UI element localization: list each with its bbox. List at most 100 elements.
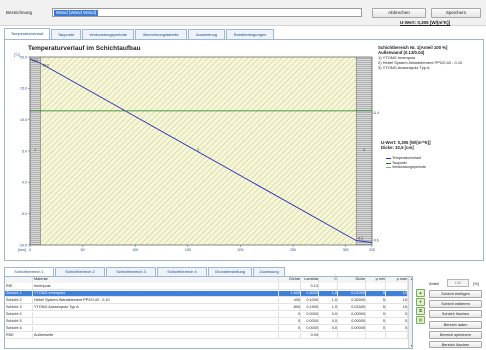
y-tick-label: 0.0 — [22, 181, 27, 185]
info-layer-3: 3) YTONG Aussenputz Typ A — [378, 65, 430, 70]
table-row[interactable]: Schicht 4 0 0,0000 0,0 0,00000 0 0 — [5, 312, 408, 318]
table-cell: 1,0 — [319, 298, 338, 304]
tab-schichtbereich-1[interactable]: Schichtbereich 1 — [4, 267, 54, 276]
table-cell — [386, 333, 408, 339]
table-header-cell: Dichte — [279, 277, 301, 283]
move-up-icon[interactable]: ▲ — [416, 289, 425, 297]
table-cell: 1.600 — [279, 291, 301, 297]
table-cell — [338, 333, 366, 339]
save-area-button[interactable]: Bereich speichern — [429, 331, 482, 339]
table-scrollbar[interactable]: ▲ ▼ — [408, 277, 412, 348]
table-cell — [319, 284, 338, 290]
table-row[interactable]: Schicht 2 Hebel System-Wandelement PP2/0,… — [5, 298, 408, 304]
anteil-label: Anteil — [429, 281, 440, 286]
info-uwert: U-Wert: 0,305 [W/(m²*K)] Dicke: 32,5 [cm… — [381, 140, 431, 150]
table-cell: 0,3000 — [301, 291, 319, 297]
x-tick-label: 325 — [369, 248, 375, 252]
tab-schichtbereich-4[interactable]: Schichtbereich 4 — [157, 267, 207, 276]
tab-schichtbereich-2[interactable]: Schichtbereich 2 — [55, 267, 105, 276]
table-cell: 0,0000 — [301, 312, 319, 318]
table-header-cell: Lambda — [301, 277, 319, 283]
table-cell: Hebel System-Wandelement PP2/0,40 - 0.10 — [33, 298, 279, 304]
table-cell: 0,00000 — [338, 319, 366, 325]
table-cell: 0 — [386, 326, 408, 332]
y-tick-label: 10.0 — [20, 118, 27, 122]
y-tick-label: 20.0 — [20, 55, 27, 59]
table-row[interactable]: RSI Innenputz 0.13 — [5, 284, 408, 290]
point-label: -9.3 — [357, 237, 363, 241]
table-cell: Schicht 4 — [5, 312, 33, 318]
table-cell: 0,0 — [319, 319, 338, 325]
x-tick-label: 200 — [237, 248, 243, 252]
chart-title: Temperaturverlauf im Schichtaufbau — [28, 45, 141, 52]
table-cell: 0,00000 — [338, 326, 366, 332]
table-row[interactable]: Schicht 3 YTONG Aussenputz Typ A 800 0,1900… — [5, 305, 408, 311]
insert-layer-button[interactable]: Schicht einfügen — [429, 290, 482, 298]
legend-swatch — [386, 162, 391, 164]
delete-layer-button[interactable]: Schicht löschen — [429, 310, 482, 318]
table-header-cell: µ min — [366, 277, 386, 283]
table-cell: Innenputz — [33, 284, 279, 290]
table-cell: 0,0000 — [301, 319, 319, 325]
table-cell: 0,0 — [319, 326, 338, 332]
tab-grundeinstellung[interactable]: Grundeinstellung — [208, 267, 252, 276]
legend-swatch — [386, 167, 391, 169]
layer-number: 1 — [34, 148, 36, 152]
x-tick-label: 300 — [343, 248, 349, 252]
table-cell — [33, 319, 279, 325]
table-cell: 0,0 — [319, 312, 338, 318]
table-cell: 0.13 — [301, 284, 319, 290]
table-cell: RSI — [5, 284, 33, 290]
load-area-button[interactable]: Bereich laden — [429, 321, 482, 329]
legend-label: Taupunkt — [392, 160, 407, 165]
table-cell: 5 — [366, 305, 386, 311]
table-row[interactable]: Schicht 6 0 0,0000 0,0 0,00000 0 0 — [5, 326, 408, 332]
layer-info: Schichtbereich Nr. 1[Anteil 100 %] Außen… — [378, 45, 482, 70]
table-cell — [319, 333, 338, 339]
table-cell: 0 — [386, 319, 408, 325]
tab-schichtbereich-3[interactable]: Schichtbereich 3 — [106, 267, 156, 276]
table-cell — [279, 284, 301, 290]
copy-icon[interactable]: ⧉ — [416, 307, 425, 315]
table-cell: 0,00000 — [338, 312, 366, 318]
x-tick-label: 150 — [185, 248, 191, 252]
tab-zuweisung[interactable]: Zuweisung — [253, 267, 285, 276]
scroll-up-icon[interactable]: ▲ — [410, 277, 412, 281]
table-cell: 1,0 — [319, 291, 338, 297]
table-cell: 0 — [279, 312, 301, 318]
table-header-cell: Dicke — [338, 277, 366, 283]
table-cell: RSE — [5, 333, 33, 339]
table-cell: 0.04 — [301, 333, 319, 339]
table-header-cell: Material — [33, 277, 279, 283]
scroll-down-icon[interactable]: ▼ — [410, 344, 412, 348]
move-down-icon[interactable]: ▼ — [416, 298, 425, 306]
delete-area-button[interactable]: Bereich löschen — [429, 341, 482, 348]
y-axis-label: [°C] — [14, 53, 20, 57]
table-cell — [33, 326, 279, 332]
table-cell: 5 — [366, 291, 386, 297]
table-cell: YTONG Innenputz — [33, 291, 279, 297]
layer-table: Material Dichte Lambda C Dicke µ min µ max RSI I… — [4, 276, 413, 349]
legend-swatch — [386, 158, 391, 159]
table-header-cell: C — [319, 277, 338, 283]
table-cell: YTONG Aussenputz Typ A — [33, 305, 279, 311]
table-cell: 400 — [279, 298, 301, 304]
y-tick-label: 15.0 — [20, 87, 27, 91]
table-cell: 0 — [279, 326, 301, 332]
table-header-row: Material Dichte Lambda C Dicke µ min µ max — [5, 277, 408, 283]
table-row[interactable]: Schicht 5 0 0,0000 0,0 0,00000 0 0 — [5, 319, 408, 325]
table-cell: 0 — [366, 319, 386, 325]
edit-layer-button[interactable]: Schicht editieren — [429, 300, 482, 308]
paste-icon[interactable]: ▤ — [416, 316, 425, 324]
table-cell: Schicht 3 — [5, 305, 33, 311]
table-cell: 1,0 — [319, 305, 338, 311]
anteil-input[interactable]: 100 — [447, 279, 469, 287]
legend-label: Verdunstungsperiode — [392, 165, 426, 170]
table-cell: 0 — [279, 319, 301, 325]
table-row[interactable]: Schicht 1 YTONG Innenputz 1.600 0,3000 1,0 0,… — [5, 291, 408, 297]
point-label: 19.0 — [43, 63, 49, 67]
table-row[interactable]: RSE Außenseite 0.04 — [5, 333, 408, 339]
legend-label: Temperaturverlauf — [392, 156, 421, 160]
table-cell — [338, 284, 366, 290]
table-cell: 10 — [386, 291, 408, 297]
